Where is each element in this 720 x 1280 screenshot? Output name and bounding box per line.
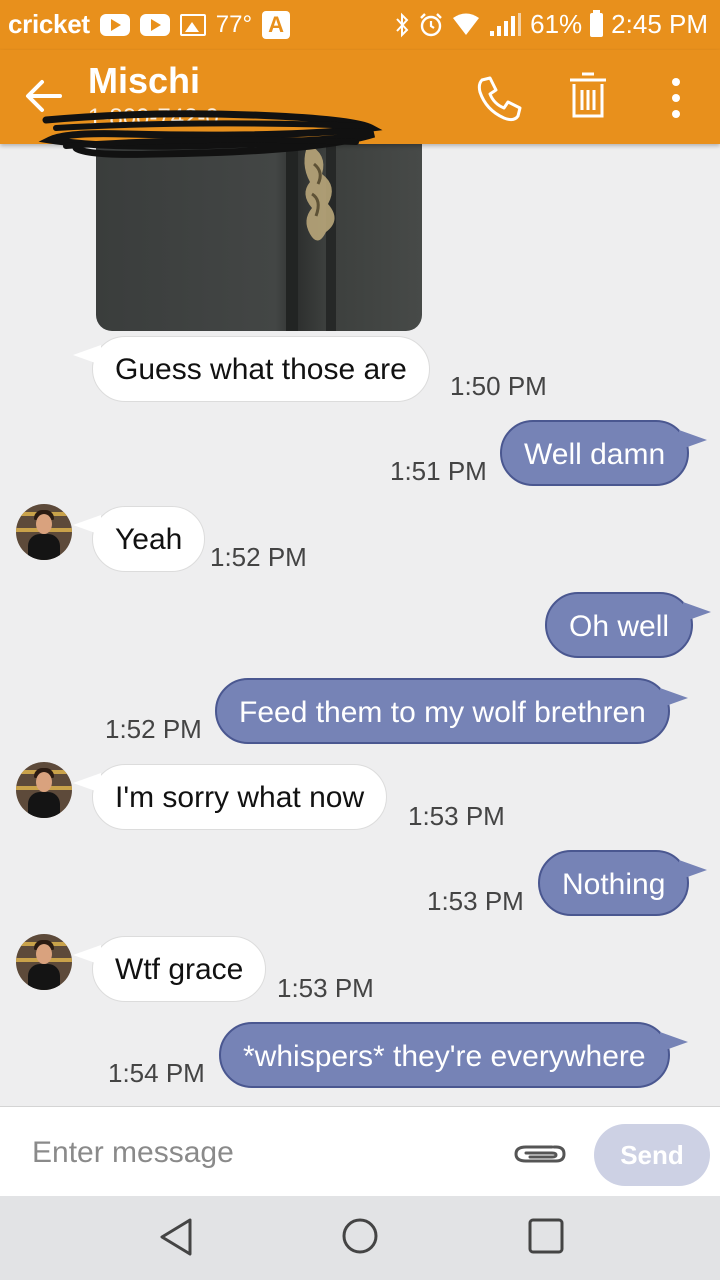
alarm-icon: [420, 12, 442, 36]
battery-icon: [590, 9, 604, 37]
battery-percent: 61%: [530, 9, 583, 39]
navigation-bar: [0, 1196, 720, 1280]
contact-avatar[interactable]: [16, 504, 72, 560]
message-bubble-outgoing[interactable]: Well damn: [500, 420, 708, 486]
app-bar: Mischi 1-800-742-0: [0, 50, 720, 158]
bluetooth-icon: [396, 12, 409, 37]
more-vert-icon[interactable]: [664, 72, 688, 124]
youtube-icon: [99, 13, 130, 36]
message-timestamp: 1:54 PM: [108, 1058, 205, 1088]
message-bubble-outgoing[interactable]: Nothing: [538, 850, 708, 916]
message-timestamp: 1:53 PM: [408, 801, 505, 831]
message-timestamp: 1:52 PM: [210, 542, 307, 572]
youtube-icon: [139, 13, 170, 36]
carrier-label: cricket: [8, 9, 90, 39]
message-input[interactable]: [30, 1127, 494, 1179]
message-timestamp: 1:51 PM: [390, 456, 487, 486]
message-bubble-incoming[interactable]: Yeah: [72, 506, 206, 572]
gallery-icon: [179, 13, 206, 36]
conversation-list[interactable]: Guess what those are 1:50 PM Well damn 1…: [0, 144, 720, 1106]
status-bar: cricket 77° A 61% 2:45 PM: [0, 0, 720, 50]
contact-name: Mischi: [88, 60, 201, 101]
message-bubble-outgoing[interactable]: *whispers* they're everywhere: [219, 1022, 688, 1088]
temperature-label: 77°: [215, 10, 253, 38]
contact-avatar[interactable]: [16, 934, 72, 990]
contact-avatar[interactable]: [16, 762, 72, 818]
nav-home-icon[interactable]: [340, 1216, 380, 1256]
nav-back-icon[interactable]: [156, 1216, 196, 1258]
compose-bar: Send: [0, 1106, 720, 1197]
send-button[interactable]: Send: [594, 1124, 710, 1186]
message-timestamp: 1:52 PM: [105, 714, 202, 744]
message-timestamp: 1:50 PM: [450, 371, 547, 401]
redaction-scribble: [38, 110, 383, 158]
message-photo[interactable]: [96, 144, 422, 331]
app-badge-icon: A: [262, 10, 291, 39]
message-bubble-outgoing[interactable]: Oh well: [545, 592, 712, 658]
message-bubble-incoming[interactable]: Wtf grace: [72, 936, 267, 1002]
message-bubble-incoming[interactable]: I'm sorry what now: [72, 764, 388, 830]
wifi-icon: [453, 13, 480, 35]
phone-icon[interactable]: [474, 74, 524, 124]
message-timestamp: 1:53 PM: [427, 886, 524, 916]
message-bubble-outgoing[interactable]: Feed them to my wolf brethren: [215, 678, 688, 744]
message-timestamp: 1:53 PM: [277, 973, 374, 1003]
signal-icon: [490, 12, 522, 36]
paperclip-icon[interactable]: [512, 1137, 568, 1171]
trash-icon[interactable]: [566, 70, 610, 122]
message-bubble-incoming[interactable]: Guess what those are: [73, 336, 430, 402]
clock: 2:45 PM: [611, 9, 708, 39]
photo-content: [286, 144, 336, 331]
nav-recents-icon[interactable]: [526, 1216, 566, 1256]
